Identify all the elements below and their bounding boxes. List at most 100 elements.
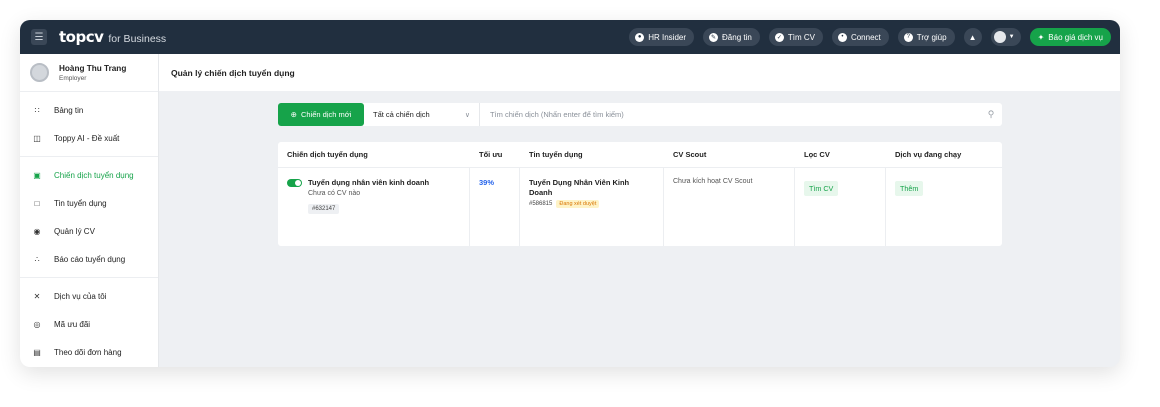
sidebar-item-label: Mã ưu đãi [54, 319, 91, 329]
magic-wand-icon: ✦ [1037, 32, 1045, 42]
sidebar-item-cv-management[interactable]: ◉ Quản lý CV [20, 217, 158, 245]
search-icon: ✓ [774, 32, 784, 42]
cell-services: Thêm [886, 168, 1002, 246]
briefcase-icon: ▣ [33, 170, 41, 180]
table-row: Tuyển dụng nhân viên kinh doanh Chưa có … [278, 168, 1002, 246]
avatar-icon [993, 31, 1006, 43]
chevron-down-icon: ▼ [1008, 34, 1015, 40]
nav-label: Tìm CV [787, 32, 815, 42]
sidebar-item-job-posts[interactable]: □ Tin tuyển dụng [20, 189, 158, 217]
new-campaign-label: Chiến dịch mới [300, 110, 352, 119]
campaign-filter-value: Tất cả chiến dịch [373, 110, 430, 119]
campaign-name-link[interactable]: Tuyển dụng nhân viên kinh doanh [308, 178, 429, 187]
document-icon: □ [34, 198, 40, 208]
brand-logo-text: topcv [59, 28, 104, 46]
user-name: Hoàng Thu Trang [59, 63, 127, 73]
sidebar-item-label: Theo dõi đơn hàng [54, 347, 122, 357]
column-header-optimize[interactable]: Tối ưu [470, 142, 520, 167]
sidebar-item-label: Dịch vụ của tôi [54, 291, 107, 301]
sidebar-item-label: Báo cáo tuyển dụng [54, 254, 126, 264]
page-title: Quản lý chiến dịch tuyển dụng [171, 67, 295, 78]
chart-icon: ∴ [34, 254, 40, 264]
campaign-id-badge: #632147 [308, 204, 340, 214]
column-header-cv-scout[interactable]: CV Scout [664, 142, 795, 167]
user-profile[interactable]: Hoàng Thu Trang Employer [20, 54, 158, 92]
sidebar-item-label: Chiến dịch tuyển dụng [54, 170, 134, 180]
grid-icon: ∷ [34, 105, 40, 115]
nav-hr-insider-button[interactable]: ● HR Insider [629, 28, 695, 46]
campaign-search-input[interactable] [480, 103, 980, 126]
add-service-button[interactable]: Thêm [895, 181, 924, 196]
sidebar-item-toppy-ai[interactable]: ◫ Toppy AI - Đề xuất [20, 124, 158, 152]
cell-optimize: 39% [470, 168, 520, 246]
robot-icon: ◫ [33, 133, 41, 143]
sidebar-item-label: Toppy AI - Đề xuất [54, 133, 120, 143]
table-header: Chiến dịch tuyển dụng Tối ưu Tin tuyển d… [278, 142, 1002, 168]
cv-scout-status: Chưa kích hoạt CV Scout [673, 178, 753, 185]
sidebar-item-dashboard[interactable]: ∷ Bảng tin [20, 96, 158, 124]
campaign-cv-count: Chưa có CV nào [308, 190, 361, 197]
circle-dot-icon: ● [635, 32, 645, 42]
nav-actions: ● HR Insider ✎ Đăng tin ✓ Tìm CV • Connect ?… [620, 28, 1111, 46]
app-window: ☰ topcv for Business ● HR Insider ✎ Đăng t… [20, 20, 1120, 367]
column-header-campaign[interactable]: Chiến dịch tuyển dụng [278, 142, 470, 167]
cell-filter-cv: Tìm CV [795, 168, 886, 246]
new-campaign-button[interactable]: ⊕ Chiến dịch mới [278, 103, 364, 126]
sidebar-item-label: Bảng tin [54, 105, 84, 115]
user-role: Employer [59, 74, 87, 82]
column-header-job-post[interactable]: Tin tuyển dụng [520, 142, 664, 167]
nav-label: HR Insider [648, 32, 687, 42]
job-post-title-link[interactable]: Tuyển Dụng Nhân Viên Kinh Doanh [529, 178, 649, 198]
tools-icon: ✕ [33, 291, 41, 301]
pricing-quote-button[interactable]: ✦ Báo giá dịch vụ [1029, 28, 1111, 46]
cell-campaign: Tuyển dụng nhân viên kinh doanh Chưa có … [278, 168, 470, 246]
brand-logo[interactable]: topcv for Business [59, 28, 166, 46]
edit-icon: ✎ [709, 32, 719, 42]
avatar [30, 63, 49, 82]
nav-label: Đăng tin [722, 32, 752, 42]
top-navbar: ☰ topcv for Business ● HR Insider ✎ Đăng t… [20, 20, 1120, 54]
sidebar-group-recruitment: ▣ Chiến dịch tuyển dụng □ Tin tuyển dụng ◉… [20, 157, 158, 278]
pricing-quote-label: Báo giá dịch vụ [1048, 32, 1103, 42]
optimize-score-link[interactable]: 39% [479, 178, 519, 187]
search-icon[interactable]: ⚲ [980, 109, 1002, 120]
sidebar-item-my-services[interactable]: ✕ Dịch vụ của tôi [20, 282, 158, 310]
sidebar-item-label: Quản lý CV [54, 226, 95, 236]
user-circle-icon: ◉ [33, 226, 41, 236]
nav-label: Connect [850, 32, 881, 42]
sidebar-group-main: ∷ Bảng tin ◫ Toppy AI - Đề xuất [20, 92, 158, 157]
hamburger-menu-icon[interactable]: ☰ [31, 29, 47, 45]
account-menu[interactable]: ▼ [990, 28, 1021, 46]
campaign-toolbar: ⊕ Chiến dịch mới Tất cả chiến dịch ∨ ⚲ [278, 103, 1002, 126]
sidebar-group-services: ✕ Dịch vụ của tôi ◎ Mã ưu đãi ▤ Theo dõi đơ… [20, 278, 158, 367]
sidebar-item-vouchers[interactable]: ◎ Mã ưu đãi [20, 310, 158, 338]
cell-job-post: Tuyển Dụng Nhân Viên Kinh Doanh #586815 … [520, 168, 664, 246]
sidebar: Hoàng Thu Trang Employer ∷ Bảng tin ◫ Topp… [20, 54, 159, 367]
sidebar-item-reports[interactable]: ∴ Báo cáo tuyển dụng [20, 245, 158, 273]
column-header-services[interactable]: Dịch vụ đang chạy [886, 142, 1002, 167]
brand-subtitle: for Business [108, 33, 167, 45]
notification-bell-icon[interactable]: ▲ [963, 28, 982, 46]
sidebar-item-label: Tin tuyển dụng [54, 198, 107, 208]
receipt-icon: ▤ [33, 347, 41, 357]
column-header-filter-cv[interactable]: Lọc CV [795, 142, 886, 167]
help-icon: ? [903, 32, 913, 42]
nav-help-button[interactable]: ? Trợ giúp [897, 28, 955, 46]
job-post-id: #586815 [529, 201, 553, 207]
nav-find-cv-button[interactable]: ✓ Tìm CV [768, 28, 823, 46]
sidebar-item-campaigns[interactable]: ▣ Chiến dịch tuyển dụng [20, 161, 158, 189]
campaign-table: Chiến dịch tuyển dụng Tối ưu Tin tuyển d… [278, 142, 1002, 246]
gift-icon: ◎ [33, 319, 41, 329]
chat-icon: • [837, 32, 847, 42]
nav-post-job-button[interactable]: ✎ Đăng tin [703, 28, 760, 46]
nav-connect-button[interactable]: • Connect [831, 28, 889, 46]
campaign-filter-select[interactable]: Tất cả chiến dịch ∨ [364, 103, 480, 126]
sidebar-item-orders[interactable]: ▤ Theo dõi đơn hàng [20, 338, 158, 366]
page-header: Quản lý chiến dịch tuyển dụng [159, 54, 1120, 91]
nav-label: Trợ giúp [916, 32, 947, 42]
find-cv-button[interactable]: Tìm CV [804, 181, 839, 196]
chevron-down-icon: ∨ [464, 111, 470, 119]
status-badge: Đang xét duyệt [556, 200, 600, 208]
add-campaign-icon: ⊕ [290, 110, 297, 119]
campaign-toggle[interactable] [287, 179, 302, 187]
